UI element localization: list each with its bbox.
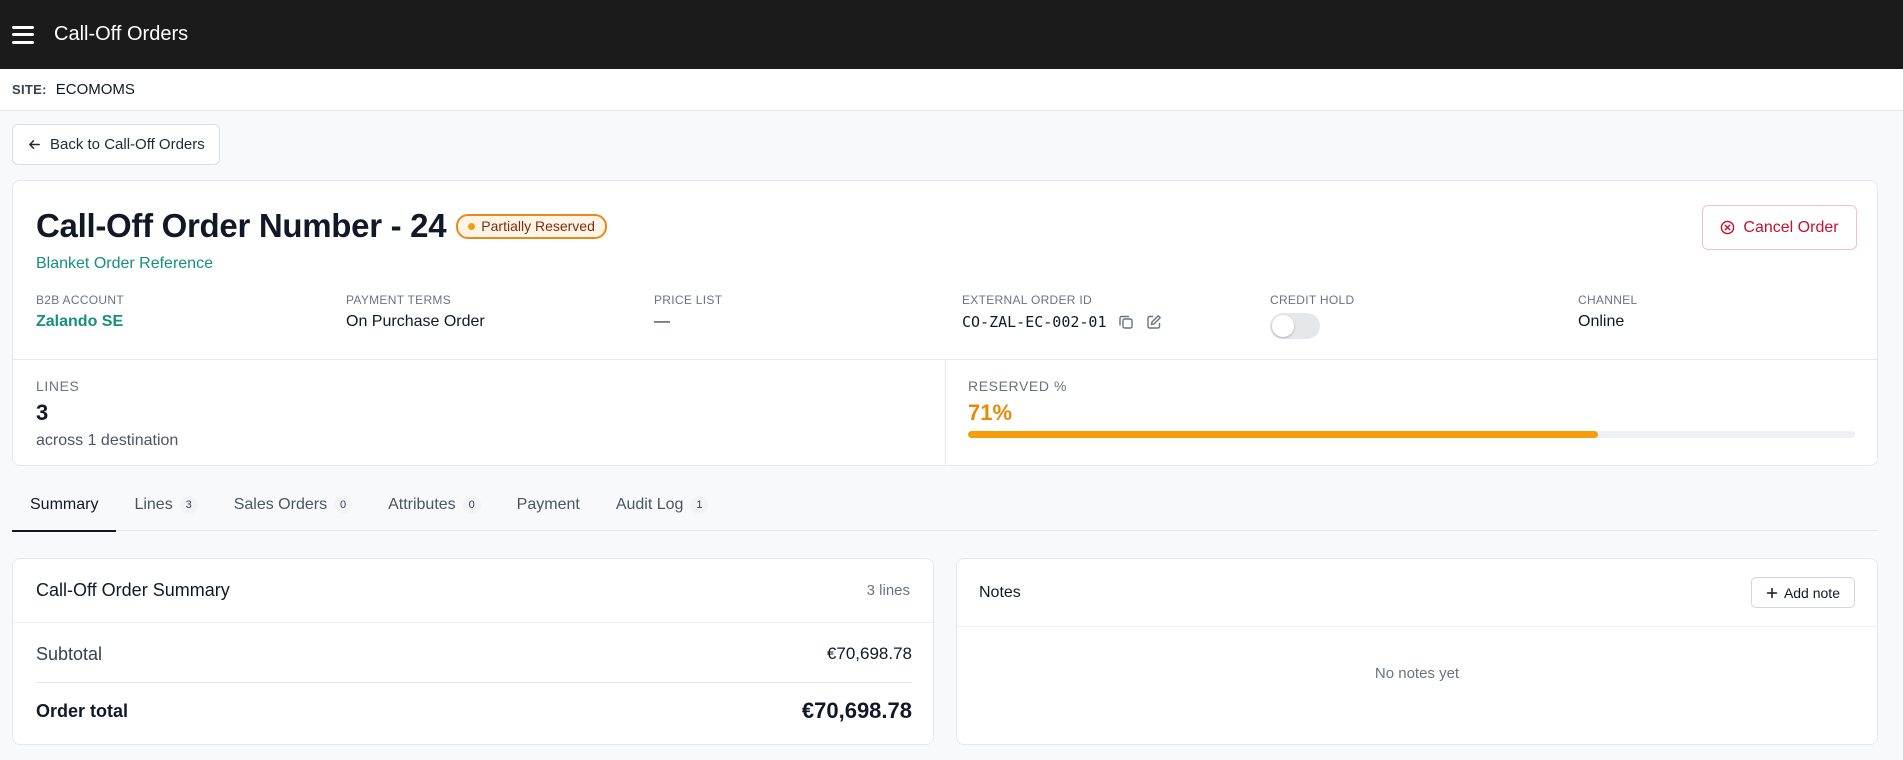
tab-bar: Summary Lines 3 Sales Orders 0 Attributes 0 Pay… <box>12 479 1878 532</box>
tab-count-badge: 1 <box>690 496 709 514</box>
order-total-value: €70,698.78 <box>801 698 912 723</box>
add-note-button[interactable]: Add note <box>1750 577 1855 608</box>
payment-terms-value: On Purchase Order <box>346 313 485 330</box>
order-total-label: Order total <box>36 700 129 721</box>
summary-title: Call-Off Order Summary <box>36 580 230 600</box>
site-bar: SITE: ECOMOMS <box>0 69 1903 111</box>
subtotal-value: €70,698.78 <box>826 644 912 663</box>
tab-label: Lines <box>134 496 173 513</box>
back-button-label: Back to Call-Off Orders <box>50 136 205 153</box>
top-app-bar: Call-Off Orders <box>0 0 1903 69</box>
tab-label: Sales Orders <box>233 496 328 513</box>
tab-count-badge: 3 <box>179 496 198 514</box>
notes-header: Notes Add note <box>957 559 1877 627</box>
tab-label: Audit Log <box>615 496 684 513</box>
blanket-order-link[interactable]: Blanket Order Reference <box>36 255 213 273</box>
reserved-progress-fill <box>968 431 1598 438</box>
external-order-id-field: EXTERNAL ORDER ID CO-ZAL-EC-002-01 <box>962 293 1163 331</box>
tab-label: Payment <box>516 496 580 513</box>
reserved-stat: RESERVED % 71% <box>968 378 1067 426</box>
subtotal-row: Subtotal €70,698.78 <box>36 639 912 669</box>
x-circle-icon <box>1721 220 1735 235</box>
lines-stat-label: LINES <box>36 378 80 394</box>
menu-icon[interactable] <box>12 25 34 44</box>
site-value: ECOMOMS <box>55 81 135 98</box>
summary-line-count: 3 lines <box>866 582 910 599</box>
cancel-order-button[interactable]: Cancel Order <box>1702 205 1857 250</box>
price-list-label: PRICE LIST <box>654 293 723 307</box>
toggle-knob <box>1272 315 1294 337</box>
external-order-id-label: EXTERNAL ORDER ID <box>962 293 1093 307</box>
lines-stat-sub: across 1 destination <box>36 432 179 449</box>
channel-field: CHANNEL Online <box>1578 293 1637 331</box>
tab-count-badge: 0 <box>334 496 353 514</box>
payment-terms-label: PAYMENT TERMS <box>346 293 452 307</box>
order-total-row: Order total €70,698.78 <box>36 695 912 727</box>
price-list-value: — <box>654 313 670 330</box>
page-title: Call-Off Order Number - 24 <box>36 207 447 244</box>
credit-hold-toggle[interactable] <box>1270 313 1320 339</box>
order-meta: B2B ACCOUNT Zalando SE PAYMENT TERMS On … <box>36 293 1866 341</box>
tab-count-badge: 0 <box>462 496 481 514</box>
b2b-account-label: B2B ACCOUNT <box>36 293 124 307</box>
stats-column-divider <box>945 360 946 466</box>
site-label: SITE: <box>12 82 47 97</box>
arrow-left-icon <box>29 140 40 149</box>
tab-label: Attributes <box>388 496 456 513</box>
channel-label: CHANNEL <box>1578 293 1638 307</box>
title-row: Call-Off Order Number - 24 Partially Res… <box>36 207 607 245</box>
external-order-id-row: CO-ZAL-EC-002-01 <box>962 313 1163 331</box>
notes-title: Notes <box>979 583 1021 601</box>
price-list-field: PRICE LIST — <box>654 293 722 331</box>
credit-hold-field: CREDIT HOLD <box>1270 293 1354 339</box>
plus-icon <box>1766 587 1778 598</box>
tab-summary[interactable]: Summary <box>12 479 117 532</box>
tab-lines[interactable]: Lines 3 <box>116 479 215 531</box>
cancel-order-label: Cancel Order <box>1743 218 1839 236</box>
add-note-label: Add note <box>1783 584 1840 601</box>
order-summary-card: Call-Off Order Summary 3 lines Subtotal … <box>12 558 934 745</box>
order-header-card: Call-Off Order Number - 24 Partially Res… <box>12 180 1878 466</box>
status-dot <box>468 222 476 230</box>
summary-header: Call-Off Order Summary 3 lines <box>13 559 933 623</box>
subtotal-label: Subtotal <box>36 643 103 664</box>
notes-card: Notes Add note No notes yet <box>956 558 1878 745</box>
status-badge-label: Partially Reserved <box>481 218 595 234</box>
b2b-account-link[interactable]: Zalando SE <box>36 313 124 331</box>
external-order-id-value: CO-ZAL-EC-002-01 <box>962 313 1107 331</box>
lines-stat-value: 3 <box>36 400 49 425</box>
copy-icon[interactable] <box>1117 313 1135 331</box>
reserved-stat-value: 71% <box>968 400 1013 425</box>
lines-stat: LINES 3 across 1 destination <box>36 378 178 450</box>
tab-payment[interactable]: Payment <box>499 479 598 531</box>
summary-divider <box>36 682 912 683</box>
app-title: Call-Off Orders <box>54 23 189 45</box>
payment-terms-field: PAYMENT TERMS On Purchase Order <box>346 293 485 331</box>
reserved-stat-label: RESERVED % <box>968 378 1068 394</box>
edit-icon[interactable] <box>1145 313 1163 331</box>
channel-value: Online <box>1578 313 1625 330</box>
tab-audit-log[interactable]: Audit Log 1 <box>598 479 727 531</box>
tab-sales-orders[interactable]: Sales Orders 0 <box>216 479 370 531</box>
tab-attributes[interactable]: Attributes 0 <box>370 479 499 531</box>
b2b-account-field: B2B ACCOUNT Zalando SE <box>36 293 124 331</box>
reserved-progress-bar <box>968 431 1855 438</box>
notes-empty-state: No notes yet <box>1374 665 1460 682</box>
tab-label: Summary <box>30 496 99 513</box>
status-badge: Partially Reserved <box>456 213 607 239</box>
back-button[interactable]: Back to Call-Off Orders <box>12 124 220 165</box>
credit-hold-label: CREDIT HOLD <box>1270 293 1355 307</box>
